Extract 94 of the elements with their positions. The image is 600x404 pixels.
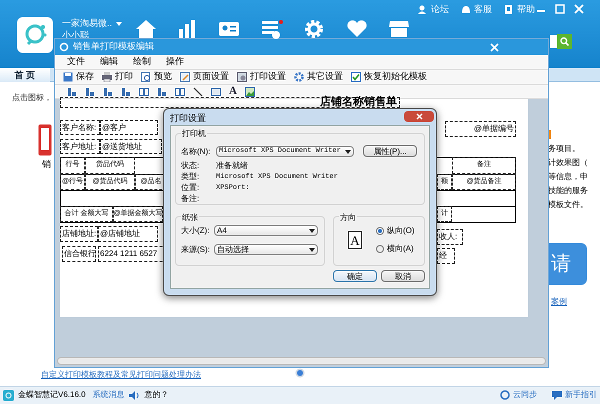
info-text: 计效果图（ <box>548 157 588 169</box>
toolbar-button[interactable]: 其它设置 <box>307 70 343 84</box>
menu-item[interactable]: 操作 <box>166 55 184 69</box>
app-version: 金蝶智慧记V6.16.0 <box>18 389 86 401</box>
toolbar-button[interactable]: 打印设置 <box>250 70 286 84</box>
page-icon[interactable] <box>180 72 190 82</box>
paper-size-dropdown[interactable]: A4 <box>214 225 318 236</box>
horizontal-scrollbar[interactable] <box>57 357 546 365</box>
group-label: 方向 <box>339 213 357 223</box>
toolbar-button[interactable]: 打印 <box>115 70 133 84</box>
hint-text: 点击图标， <box>12 92 52 104</box>
caret-icon[interactable] <box>116 22 122 26</box>
maximize-icon[interactable] <box>555 4 565 14</box>
gear-icon[interactable] <box>294 72 304 82</box>
line-icon[interactable] <box>193 86 203 96</box>
align-icon[interactable] <box>121 86 131 96</box>
radio-label[interactable]: 横向(A) <box>387 244 414 254</box>
bell-icon[interactable] <box>461 4 471 15</box>
template-field: @送货地址 <box>100 139 162 154</box>
system-messages-link[interactable]: 系统消息 <box>92 389 125 401</box>
toolbar-button[interactable]: 保存 <box>76 70 94 84</box>
paper-source-dropdown[interactable]: 自动选择 <box>214 244 318 255</box>
dialog-title: 打印设置 <box>170 112 206 125</box>
help-link[interactable]: 自定义打印模板教程及常见打印问题处理办法 <box>41 369 201 381</box>
radio-label[interactable]: 纵向(O) <box>387 226 415 236</box>
ok-button[interactable]: 确定 <box>333 270 377 282</box>
align-icon[interactable] <box>103 86 113 96</box>
printer-icon[interactable] <box>102 72 112 82</box>
sync-icon[interactable] <box>500 390 510 400</box>
group-label: 打印机 <box>181 129 207 139</box>
toolbar-button[interactable]: 预览 <box>154 70 172 84</box>
columns-icon[interactable] <box>139 86 149 96</box>
page-orientation-preview: A <box>348 231 362 249</box>
template-field: @店铺地址 <box>98 226 158 242</box>
home-tab[interactable]: 首 页 <box>0 68 50 82</box>
menu-item[interactable]: 绘制 <box>133 55 151 69</box>
menu-item[interactable]: 编辑 <box>100 55 118 69</box>
search-button[interactable] <box>557 34 572 49</box>
rectangle-icon[interactable] <box>211 86 221 96</box>
search-icon <box>560 37 569 46</box>
align-icon[interactable] <box>85 86 95 96</box>
field-value: 准备就绪 <box>216 161 248 171</box>
align-icon[interactable] <box>157 86 167 96</box>
guide-link[interactable]: 新手指引 <box>565 389 597 401</box>
field-label: 大小(Z): <box>181 226 210 236</box>
speaker-icon[interactable] <box>128 390 139 400</box>
properties-button[interactable]: 属性(P)... <box>363 145 417 157</box>
template-field: 信合银行 <box>62 246 96 262</box>
close-icon <box>416 113 422 120</box>
checkbox-icon[interactable] <box>351 72 361 82</box>
field-label: 位置: <box>181 183 200 193</box>
template-field: 客户名称: <box>60 120 100 135</box>
gear-icon[interactable] <box>302 17 326 41</box>
close-button[interactable] <box>404 111 434 122</box>
template-field: @单据编号 <box>445 121 516 137</box>
page-dot-icon[interactable] <box>295 368 305 378</box>
cancel-button[interactable]: 取消 <box>381 270 425 282</box>
toolbar-button[interactable]: 恢复初始化模板 <box>364 70 427 84</box>
info-text: 等信息，申 <box>548 171 588 183</box>
field-label: 名称(N): <box>181 147 210 157</box>
shortcut-label[interactable]: 销 <box>42 158 51 172</box>
page-icon[interactable] <box>237 72 247 82</box>
window-title: 销售单打印模板编辑 <box>73 40 154 54</box>
toolbar-button[interactable]: 页面设置 <box>193 70 229 84</box>
search-field[interactable] <box>550 35 557 48</box>
speech-bubble-icon[interactable] <box>552 390 562 400</box>
field-label: 备注: <box>181 194 200 204</box>
field-label: 状态: <box>181 161 200 171</box>
cloud-sync-link[interactable]: 云同步 <box>513 389 537 401</box>
case-link[interactable]: 案例 <box>551 296 567 308</box>
people-icon[interactable] <box>418 4 428 15</box>
align-icon[interactable] <box>67 86 77 96</box>
info-text: 务项目。 <box>548 143 581 155</box>
news-ticker: 意的？ <box>144 389 169 401</box>
app-icon <box>59 42 69 52</box>
field-label: 类型: <box>181 172 200 182</box>
group-label: 纸张 <box>181 213 199 223</box>
close-icon[interactable] <box>490 42 499 52</box>
template-field: 客户地址: <box>60 139 100 154</box>
menu-item[interactable]: 文件 <box>67 55 85 69</box>
image-icon[interactable] <box>244 86 255 96</box>
columns-icon[interactable] <box>175 86 185 96</box>
template-field: @客户 <box>100 120 158 135</box>
app-icon <box>3 390 14 400</box>
template-field: 店铺地址: <box>60 226 98 242</box>
caret-icon <box>309 228 315 232</box>
house-icon[interactable] <box>134 17 158 41</box>
close-icon[interactable] <box>574 4 584 14</box>
text-tool[interactable]: A <box>229 86 237 97</box>
caret-icon <box>309 248 315 252</box>
magnifier-icon[interactable] <box>141 72 151 82</box>
caret-icon <box>345 150 351 154</box>
field-label: 来源(S): <box>181 245 210 255</box>
document-icon[interactable] <box>38 124 52 156</box>
